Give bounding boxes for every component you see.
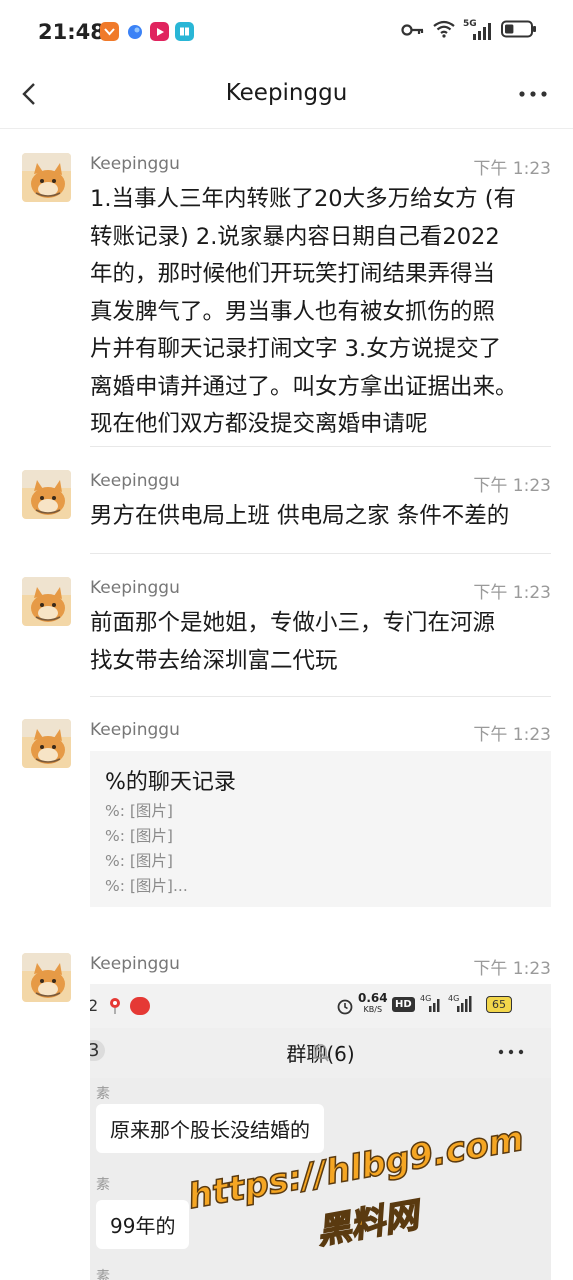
- forwarded-chat-line: %: [图片]: [105, 852, 173, 870]
- forwarded-chat-line: %: [图片]: [105, 802, 173, 820]
- battery-icon: [501, 20, 537, 42]
- app-notification-icon: [100, 22, 119, 41]
- message-line: 现在他们双方都没提交离婚申请呢: [90, 411, 428, 437]
- wifi-icon: [433, 20, 455, 42]
- forwarded-chat-title: %的聊天记录: [105, 770, 236, 795]
- message-divider: [90, 553, 551, 554]
- app-badge-icon: [130, 997, 150, 1015]
- reader-notification-icon: [175, 22, 194, 41]
- cellular-signal-icon: 5G: [463, 19, 493, 41]
- sender-name: Keepinggu: [90, 578, 180, 598]
- message-time: 下午 1:23: [473, 725, 551, 745]
- message-text: 1.当事人三年内转账了20大多万给女方 (有 转账记录) 2.说家暴内容日期自己…: [90, 181, 552, 444]
- screenshot-nav-bar: 3 群聊(6): [90, 1028, 551, 1078]
- notification-icons: [100, 22, 194, 41]
- video-notification-icon: [150, 22, 169, 41]
- more-dots-icon: [519, 91, 547, 97]
- message-time: 下午 1:23: [473, 583, 551, 603]
- message-divider: [90, 696, 551, 697]
- sender-name: Keepinggu: [90, 471, 180, 491]
- more-button[interactable]: [517, 80, 549, 108]
- avatar[interactable]: [22, 719, 71, 768]
- screenshot-sender-tag: 素: [96, 1086, 110, 1102]
- sender-name: Keepinggu: [90, 954, 180, 974]
- forwarded-chat-line: %: [图片]: [105, 827, 173, 845]
- screenshot-battery: 65: [486, 996, 512, 1013]
- screenshot-sender-tag: 素: [96, 1269, 110, 1280]
- alarm-icon: [336, 997, 354, 1019]
- more-dots-icon: [497, 1042, 525, 1066]
- message-text: 男方在供电局上班 供电局之家 条件不差的: [90, 498, 552, 536]
- sender-name: Keepinggu: [90, 154, 180, 174]
- nav-divider: [0, 128, 573, 129]
- message-line: 1.当事人三年内转账了20大多万给女方 (有: [90, 186, 517, 212]
- status-indicators: 5G: [401, 19, 537, 42]
- message-divider: [90, 446, 551, 447]
- screenshot-status-bar: 2 0.64 KB/S HD 4G 4G 65: [90, 984, 551, 1028]
- signal-1: 4G: [420, 994, 442, 1014]
- sender-name: Keepinggu: [90, 720, 180, 740]
- message-time: 下午 1:23: [473, 476, 551, 496]
- speed-value: 0.64: [358, 991, 388, 1005]
- message-time: 下午 1:23: [473, 159, 551, 179]
- message-line: 找女带去给深圳富二代玩: [90, 647, 338, 674]
- screenshot-bubble: 99年的: [96, 1200, 190, 1249]
- message-line: 男方在供电局上班 供电局之家 条件不差的: [90, 503, 510, 529]
- avatar[interactable]: [22, 577, 71, 626]
- signal-2: 4G: [448, 994, 472, 1014]
- forwarded-chat-card[interactable]: %的聊天记录 %: [图片] %: [图片] %: [图片] %: [图片]..…: [90, 751, 551, 907]
- avatar[interactable]: [22, 470, 71, 519]
- forwarded-chat-line: %: [图片]...: [105, 877, 188, 895]
- screenshot-sender-tag: 素: [96, 1177, 110, 1193]
- message-line: 转账记录) 2.说家暴内容日期自己看2022: [90, 223, 500, 250]
- message-line: 年的，那时候他们开玩笑打闹结果弄得当: [90, 261, 496, 287]
- location-pin-icon: [108, 996, 122, 1020]
- status-bar: 21:48 5G: [0, 0, 573, 66]
- message-text: 前面那个是她姐，专做小三，专门在河源 找女带去给深圳富二代玩: [90, 605, 552, 680]
- hd-badge: HD: [392, 997, 415, 1012]
- message-line: 真发脾气了。男当事人也有被女抓伤的照: [90, 298, 496, 325]
- message-line: 前面那个是她姐，专做小三，专门在河源: [90, 610, 496, 636]
- top-nav-bar: Keepinggu: [0, 66, 573, 128]
- speed-unit: KB/S: [363, 1005, 383, 1014]
- message-line: 片并有聊天记录打闹文字 3.女方说提交了: [90, 336, 502, 362]
- mute-bell-icon: [312, 1043, 330, 1067]
- speed-readout: 0.64 KB/S: [358, 991, 388, 1015]
- avatar[interactable]: [22, 153, 71, 202]
- avatar[interactable]: [22, 953, 71, 1002]
- screenshot-status-text: 2: [90, 996, 99, 1015]
- key-icon: [401, 22, 425, 41]
- message-line: 离婚申请并通过了。叫女方拿出证据出来。: [90, 373, 518, 400]
- browser-notification-icon: [125, 22, 144, 41]
- page-title: Keepinggu: [225, 80, 348, 106]
- message-time: 下午 1:23: [473, 959, 551, 979]
- status-time: 21:48: [38, 20, 105, 44]
- screenshot-bubble: 原来那个股长没结婚的: [96, 1104, 324, 1153]
